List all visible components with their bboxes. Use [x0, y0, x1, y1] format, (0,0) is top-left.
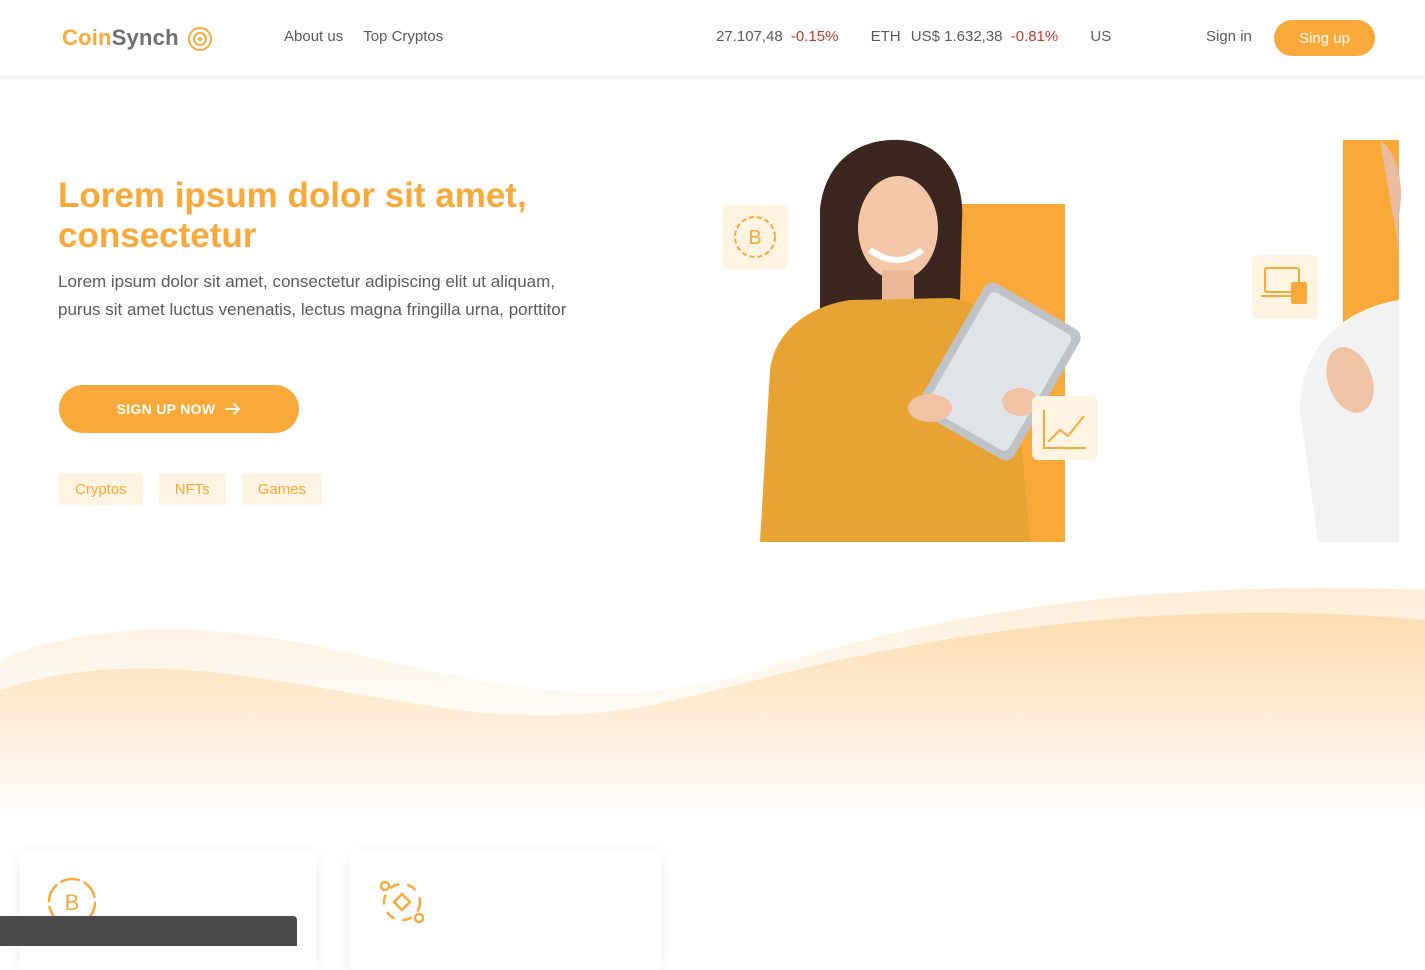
tag-nfts[interactable]: NFTs — [158, 473, 226, 505]
price-ticker: 27.107,48 -0.15% ETH US$ 1.632,38 -0.81%… — [716, 28, 1126, 45]
tag-games[interactable]: Games — [241, 473, 323, 505]
nav-top-cryptos[interactable]: Top Cryptos — [363, 28, 443, 45]
ticker-item: US — [1090, 28, 1111, 45]
nav-about-us[interactable]: About us — [284, 28, 343, 45]
brand-name-coin: Coin — [62, 25, 112, 50]
tag-cryptos[interactable]: Cryptos — [59, 473, 143, 505]
feature-card — [350, 850, 661, 970]
brand-name-synch: Synch — [111, 25, 179, 50]
hero-title: Lorem ipsum dolor sit amet, consectetur — [58, 176, 527, 255]
device-badge — [1252, 255, 1318, 319]
top-navbar: Coin Synch About us Top Cryptos 27.107,48… — [0, 0, 1425, 76]
ticker-item: ETH US$ 1.632,38 -0.81% — [871, 28, 1059, 45]
ticker-price: US — [1090, 28, 1112, 45]
sign-up-button[interactable]: Sing up — [1274, 20, 1375, 56]
brand-logo[interactable]: Coin Synch — [62, 24, 213, 52]
overlay-bar — [0, 916, 297, 946]
ticker-change: -0.15% — [790, 28, 839, 45]
arrow-right-icon — [225, 403, 241, 415]
category-tags: Cryptos NFTs Games — [59, 473, 323, 505]
coin-logo-icon — [187, 27, 212, 51]
sign-in-link[interactable]: Sign in — [1206, 28, 1252, 45]
hero-carousel: B — [722, 139, 1401, 542]
sign-up-now-button[interactable]: SIGN UP NOW — [59, 385, 299, 433]
decorative-wave — [0, 588, 1425, 820]
crypto-network-icon — [379, 880, 425, 924]
feature-card: B — [20, 850, 316, 970]
svg-text:B: B — [65, 890, 80, 915]
bitcoin-badge: B — [722, 205, 788, 269]
hero-description: Lorem ipsum dolor sit amet, consectetur … — [58, 272, 567, 319]
ticker-symbol: ETH — [870, 28, 901, 45]
ticker-price: 27.107,48 — [716, 28, 783, 45]
ticker-change: -0.81% — [1010, 28, 1059, 45]
cta-label: SIGN UP NOW — [116, 401, 216, 417]
main-nav: About us Top Cryptos — [284, 28, 443, 45]
svg-text:B: B — [748, 227, 761, 249]
ticker-item: 27.107,48 -0.15% — [716, 28, 838, 45]
chart-badge — [1032, 396, 1098, 460]
ticker-price: US$ 1.632,38 — [910, 28, 1003, 45]
